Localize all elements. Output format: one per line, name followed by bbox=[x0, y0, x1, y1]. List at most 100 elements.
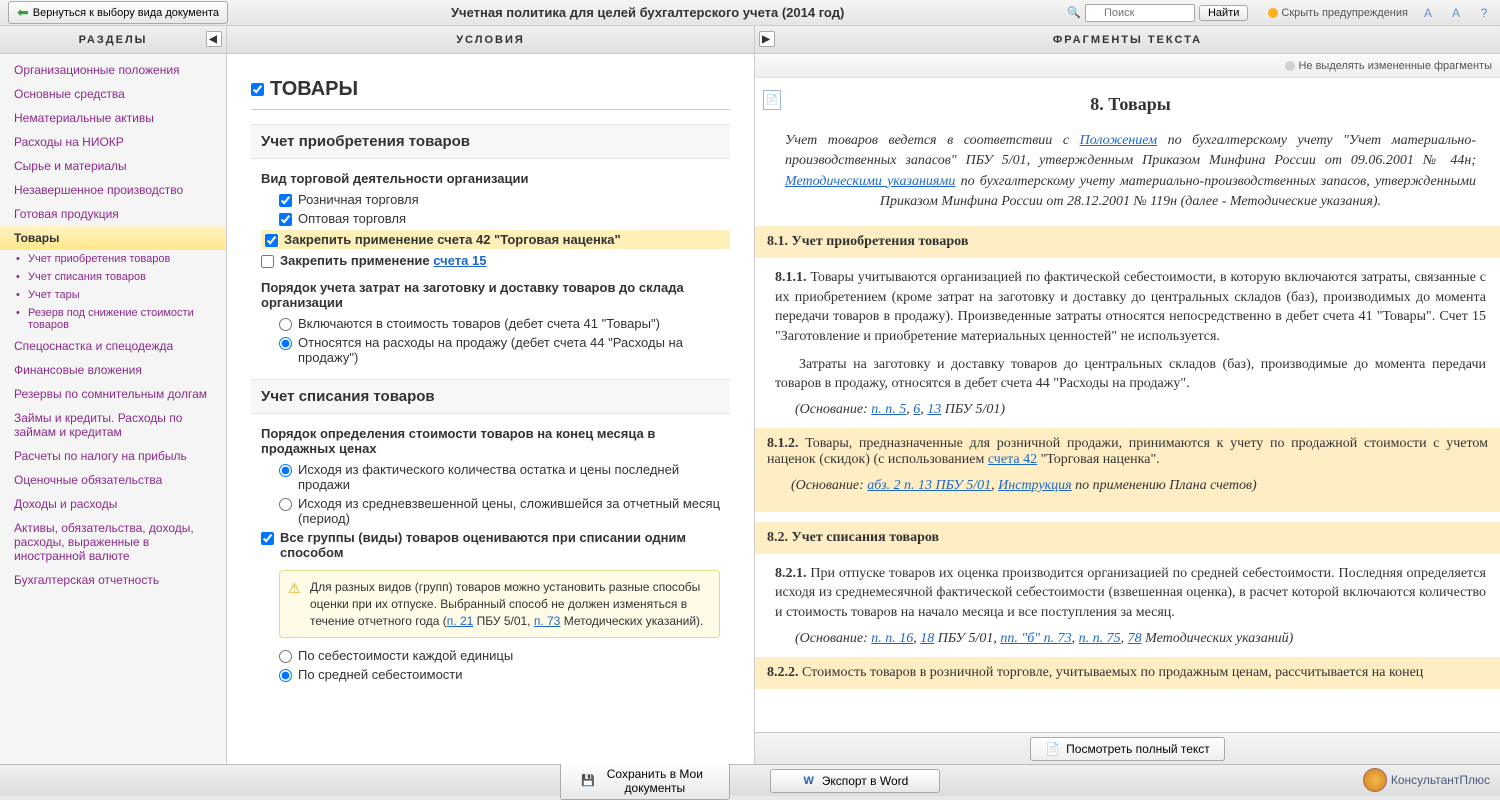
radio-option[interactable]: Включаются в стоимость товаров (дебет сч… bbox=[279, 316, 730, 331]
checkbox-option[interactable]: Закрепить применение счета 15 bbox=[261, 253, 730, 268]
checkbox[interactable] bbox=[279, 213, 292, 226]
view-full-text-button[interactable]: 📄 Посмотреть полный текст bbox=[1030, 737, 1225, 761]
checkbox-option-highlight[interactable]: Закрепить применение счета 42 "Торговая … bbox=[261, 230, 730, 249]
note-link[interactable]: п. 21 bbox=[447, 614, 474, 628]
intro-link[interactable]: Методическими указаниями bbox=[785, 174, 955, 189]
document-icon[interactable]: 📄 bbox=[763, 90, 781, 110]
checkbox-option[interactable]: Оптовая торговля bbox=[279, 211, 730, 226]
nav-item[interactable]: Незавершенное производство bbox=[0, 178, 226, 202]
checkbox-option[interactable]: Все группы (виды) товаров оцениваются пр… bbox=[261, 530, 730, 560]
radio[interactable] bbox=[279, 498, 292, 511]
search-box: 🔍 Найти bbox=[1067, 4, 1248, 22]
option-label: Закрепить применение bbox=[280, 253, 433, 268]
help-icon[interactable]: ? bbox=[1476, 5, 1492, 21]
search-icon: 🔍 bbox=[1067, 6, 1081, 19]
cite-link[interactable]: п. п. 75 bbox=[1079, 631, 1121, 646]
nav-item[interactable]: Готовая продукция bbox=[0, 202, 226, 226]
option-label: Относятся на расходы на продажу (дебет с… bbox=[298, 335, 730, 365]
nav-item[interactable]: Финансовые вложения bbox=[0, 358, 226, 382]
radio-option[interactable]: Исходя из средневзвешенной цены, сложивш… bbox=[279, 496, 730, 526]
radio-option[interactable]: Относятся на расходы на продажу (дебет с… bbox=[279, 335, 730, 365]
fragment-intro: Учет товаров ведется в соответствии с По… bbox=[785, 131, 1476, 212]
top-bar: ⬅ Вернуться к выбору вида документа Учет… bbox=[0, 0, 1500, 26]
radio-option[interactable]: По себестоимости каждой единицы bbox=[279, 648, 730, 663]
field-label: Порядок определения стоимости товаров на… bbox=[261, 426, 730, 456]
cite-link[interactable]: 13 bbox=[927, 402, 941, 417]
font-larger-icon[interactable]: A bbox=[1448, 5, 1464, 21]
checkbox[interactable] bbox=[261, 255, 274, 268]
cite-link[interactable]: 18 bbox=[920, 631, 934, 646]
cite-link[interactable]: п. п. 5 bbox=[871, 402, 906, 417]
toggle-label: Не выделять измененные фрагменты bbox=[1298, 60, 1492, 72]
expand-right-icon[interactable]: ▶ bbox=[759, 31, 775, 47]
option-label: Закрепить применение счета 42 "Торговая … bbox=[284, 232, 621, 247]
para-number: 8.1.1. bbox=[775, 270, 807, 285]
nav-item-active[interactable]: Товары bbox=[0, 226, 226, 250]
conditions-header: УСЛОВИЯ bbox=[227, 26, 754, 54]
field-label: Порядок учета затрат на заготовку и дост… bbox=[261, 280, 730, 310]
section-checkbox[interactable] bbox=[251, 83, 264, 96]
checkbox[interactable] bbox=[261, 532, 274, 545]
nav-item[interactable]: Спецоснастка и спецодежда bbox=[0, 334, 226, 358]
radio-option[interactable]: По средней себестоимости bbox=[279, 667, 730, 682]
nav-item[interactable]: Сырье и материалы bbox=[0, 154, 226, 178]
cite-text: , bbox=[1072, 631, 1079, 646]
checkbox[interactable] bbox=[265, 234, 278, 247]
option-label: По средней себестоимости bbox=[298, 667, 463, 682]
font-smaller-icon[interactable]: A bbox=[1420, 5, 1436, 21]
nav-item[interactable]: Доходы и расходы bbox=[0, 492, 226, 516]
hide-warnings-label: Скрыть предупреждения bbox=[1281, 7, 1408, 19]
nav-subitem[interactable]: Учет приобретения товаров bbox=[0, 250, 226, 268]
note-text: ПБУ 5/01, bbox=[473, 614, 534, 628]
fragment-section-header: 8.1. Учет приобретения товаров bbox=[755, 226, 1500, 258]
back-arrow-icon: ⬅ bbox=[17, 4, 29, 21]
nav-item[interactable]: Активы, обязательства, доходы, расходы, … bbox=[0, 516, 226, 568]
checkbox-option[interactable]: Розничная торговля bbox=[279, 192, 730, 207]
checkbox[interactable] bbox=[279, 194, 292, 207]
radio[interactable] bbox=[279, 669, 292, 682]
nav-item[interactable]: Организационные положения bbox=[0, 58, 226, 82]
back-button[interactable]: ⬅ Вернуться к выбору вида документа bbox=[8, 1, 228, 24]
document-title: Учетная политика для целей бухгалтерског… bbox=[236, 5, 1059, 20]
cite-link[interactable]: абз. 2 п. 13 ПБУ 5/01 bbox=[867, 478, 991, 493]
cite-link[interactable]: Инструкция bbox=[998, 478, 1071, 493]
sections-panel: РАЗДЕЛЫ ◀ Организационные положения Осно… bbox=[0, 26, 227, 764]
nav-item[interactable]: Бухгалтерская отчетность bbox=[0, 568, 226, 592]
nav-item[interactable]: Расходы на НИОКР bbox=[0, 130, 226, 154]
collapse-left-icon[interactable]: ◀ bbox=[206, 31, 222, 47]
radio[interactable] bbox=[279, 464, 292, 477]
cite-link[interactable]: п. п. 16 bbox=[871, 631, 913, 646]
nav-item[interactable]: Резервы по сомнительным долгам bbox=[0, 382, 226, 406]
intro-link[interactable]: Положением bbox=[1080, 133, 1158, 148]
radio[interactable] bbox=[279, 337, 292, 350]
save-icon: 💾 bbox=[581, 774, 595, 788]
radio-option[interactable]: Исходя из фактического количества остатк… bbox=[279, 462, 730, 492]
export-word-button[interactable]: W Экспорт в Word bbox=[770, 769, 940, 793]
cite-text: , bbox=[1121, 631, 1128, 646]
nav-item[interactable]: Нематериальные активы bbox=[0, 106, 226, 130]
nav-item[interactable]: Займы и кредиты. Расходы по займам и кре… bbox=[0, 406, 226, 444]
radio[interactable] bbox=[279, 318, 292, 331]
nav-subitem[interactable]: Резерв под снижение стоимости товаров bbox=[0, 304, 226, 334]
para-link[interactable]: счета 42 bbox=[988, 452, 1037, 467]
search-input[interactable] bbox=[1085, 4, 1195, 22]
save-button[interactable]: 💾 Сохранить в Мои документы bbox=[560, 762, 730, 800]
radio[interactable] bbox=[279, 650, 292, 663]
option-label: Исходя из фактического количества остатк… bbox=[298, 462, 730, 492]
nav-item[interactable]: Расчеты по налогу на прибыль bbox=[0, 444, 226, 468]
para-text: Стоимость товаров в розничной торговле, … bbox=[799, 665, 1424, 680]
cite-link[interactable]: пп. "б" п. 73 bbox=[1000, 631, 1071, 646]
hide-warnings-link[interactable]: Скрыть предупреждения bbox=[1268, 7, 1408, 19]
search-button[interactable]: Найти bbox=[1199, 5, 1248, 21]
note-link[interactable]: п. 73 bbox=[534, 614, 561, 628]
nav-subitem[interactable]: Учет тары bbox=[0, 286, 226, 304]
fragments-header-label: ФРАГМЕНТЫ ТЕКСТА bbox=[1053, 34, 1202, 46]
highlight-toggle[interactable]: Не выделять измененные фрагменты bbox=[1285, 60, 1492, 72]
cite-link[interactable]: 78 bbox=[1128, 631, 1142, 646]
link-account-15[interactable]: счета 15 bbox=[433, 253, 486, 268]
nav-subitem[interactable]: Учет списания товаров bbox=[0, 268, 226, 286]
save-label: Сохранить в Мои документы bbox=[601, 767, 709, 795]
sections-header: РАЗДЕЛЫ ◀ bbox=[0, 26, 226, 54]
nav-item[interactable]: Оценочные обязательства bbox=[0, 468, 226, 492]
nav-item[interactable]: Основные средства bbox=[0, 82, 226, 106]
